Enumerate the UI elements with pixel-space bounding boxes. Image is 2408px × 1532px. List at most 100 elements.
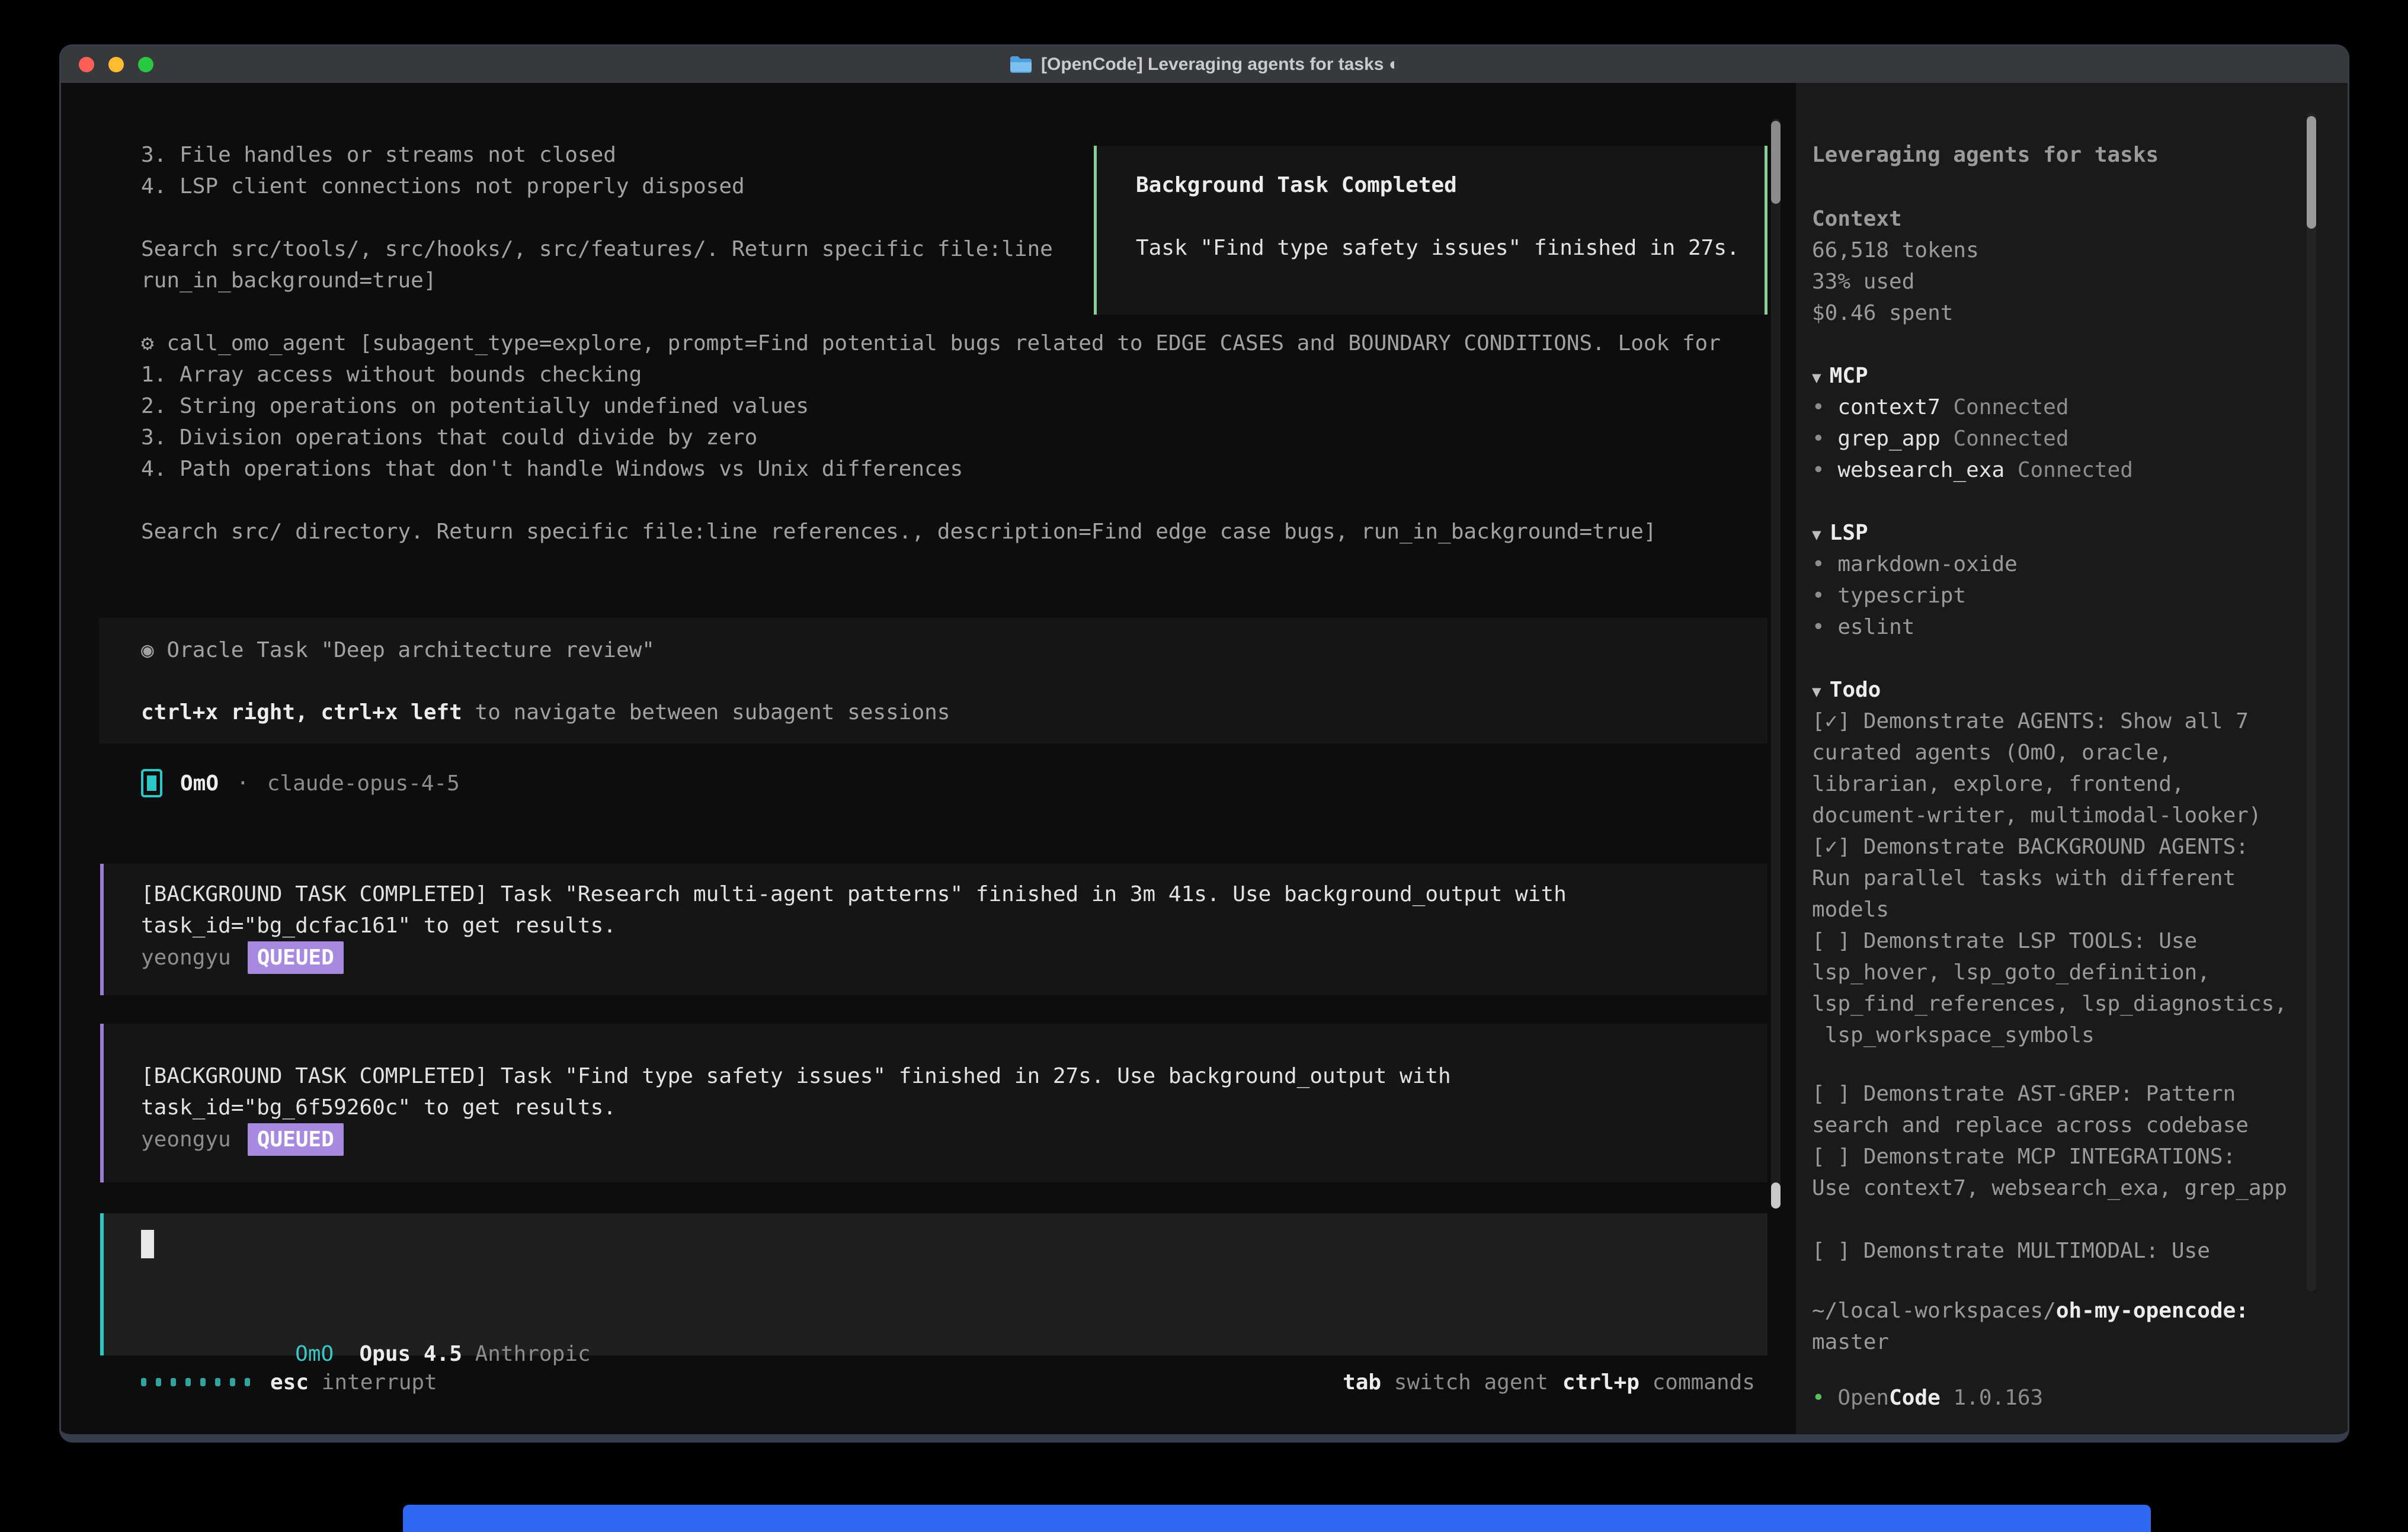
sidebar-scrollbar-thumb[interactable] xyxy=(2307,116,2316,229)
todo-line-done: [✓] Demonstrate BACKGROUND AGENTS: xyxy=(1812,831,2249,863)
toast-title: Background Task Completed xyxy=(1136,169,1457,201)
esc-key-label: interrupt xyxy=(322,1370,437,1395)
todo-line-active: [ ] Demonstrate LSP TOOLS: Use xyxy=(1812,925,2197,957)
terminal-line: run_in_background=true] xyxy=(141,265,437,296)
terminal-line: 2. String operations on potentially unde… xyxy=(141,390,809,422)
task-line: [BACKGROUND TASK COMPLETED] Task "Resear… xyxy=(141,879,1567,910)
terminal-window: [OpenCode] Leveraging agents for tasks ◐… xyxy=(59,44,2349,1443)
prompt-input[interactable]: OmO Opus 4.5 Anthropic xyxy=(100,1213,1767,1355)
desktop-accent-bar xyxy=(403,1505,2151,1532)
todo-line-done: document-writer, multimodal-looker) xyxy=(1812,800,2262,831)
terminal-line: 1. Array access without bounds checking xyxy=(141,359,642,390)
mcp-item: • grep_app Connected xyxy=(1812,423,2069,454)
task-user: yeongyu xyxy=(141,1127,231,1152)
task-meta: yeongyu QUEUED xyxy=(141,941,344,974)
status-badge: QUEUED xyxy=(248,1123,344,1156)
workspace-branch: master xyxy=(1812,1326,1889,1358)
status-badge: QUEUED xyxy=(248,941,344,974)
todo-line-pending: [ ] Demonstrate AST-GREP: Pattern xyxy=(1812,1078,2236,1110)
context-heading: Context xyxy=(1812,203,1902,235)
input-model[interactable]: Opus 4.5 xyxy=(359,1342,462,1366)
esc-key-hint: esc xyxy=(270,1370,309,1395)
text-cursor xyxy=(141,1230,154,1258)
maximize-window-button[interactable] xyxy=(138,57,153,72)
chat-scrollbar-track[interactable] xyxy=(1771,118,1781,1209)
todo-line-done: librarian, explore, frontend, xyxy=(1812,768,2185,800)
bullet-icon: • xyxy=(1812,584,1825,608)
mcp-section-heading[interactable]: ▼MCP xyxy=(1812,360,1868,394)
terminal-line: 4. LSP client connections not properly d… xyxy=(141,171,745,202)
window-titlebar[interactable]: [OpenCode] Leveraging agents for tasks ◐ xyxy=(61,46,2348,84)
agent-header: OmO · claude-opus-4-5 xyxy=(141,764,460,802)
todo-line-pending: [ ] Demonstrate MCP INTEGRATIONS: xyxy=(1812,1141,2236,1172)
window-title: [OpenCode] Leveraging agents for tasks ◐ xyxy=(1041,55,1400,75)
todo-line-active: lsp_find_references, lsp_diagnostics, xyxy=(1812,988,2287,1020)
separator-dot: · xyxy=(236,768,249,799)
context-spent: $0.46 spent xyxy=(1812,297,1953,329)
ctrlp-key-label: commands xyxy=(1653,1370,1755,1395)
minimize-window-button[interactable] xyxy=(108,57,124,72)
terminal-line: 3. Division operations that could divide… xyxy=(141,422,757,453)
tool-call-line: ⚙ call_omo_agent [subagent_type=explore,… xyxy=(141,328,1721,359)
context-tokens: 66,518 tokens xyxy=(1812,235,1979,266)
workspace-path: ~/local-workspaces/oh-my-opencode: xyxy=(1812,1295,2249,1326)
terminal-line: Search src/tools/, src/hooks/, src/featu… xyxy=(141,233,1053,265)
chevron-down-icon: ▼ xyxy=(1812,369,1821,387)
oracle-title: ◉ Oracle Task "Deep architecture review" xyxy=(141,634,655,666)
task-line: task_id="bg_dcfac161" to get results. xyxy=(141,910,616,941)
chat-scrollbar-marker[interactable] xyxy=(1771,1182,1781,1209)
todo-line-pending: Use context7, websearch_exa, grep_app xyxy=(1812,1172,2287,1204)
ctrlp-key-hint: ctrl+p xyxy=(1562,1370,1640,1395)
input-provider: Anthropic xyxy=(475,1342,591,1366)
oracle-icon: ◉ xyxy=(141,638,154,662)
terminal-line: 4. Path operations that don't handle Win… xyxy=(141,453,963,485)
todo-section-heading[interactable]: ▼Todo xyxy=(1812,674,1881,708)
version-line: • OpenCode 1.0.163 xyxy=(1812,1382,2043,1414)
status-dot-icon: • xyxy=(1812,1386,1825,1410)
tab-key-label: switch agent xyxy=(1394,1370,1548,1395)
agent-name: OmO xyxy=(180,768,219,799)
task-message: [BACKGROUND TASK COMPLETED] Task "Resear… xyxy=(100,864,1767,995)
todo-line-done: models xyxy=(1812,894,1889,925)
gear-icon: ⚙ xyxy=(141,331,154,355)
status-bar-left: esc interrupt xyxy=(141,1366,437,1399)
mcp-item: • websearch_exa Connected xyxy=(1812,454,2133,486)
terminal-line: Search src/ directory. Return specific f… xyxy=(141,516,1657,547)
lsp-item: • eslint xyxy=(1812,611,1914,643)
omo-agent-icon xyxy=(141,769,162,797)
traffic-lights xyxy=(79,46,153,83)
activity-dots-icon xyxy=(141,1378,250,1386)
close-window-button[interactable] xyxy=(79,57,94,72)
terminal-line: 3. File handles or streams not closed xyxy=(141,139,616,171)
task-meta: yeongyu QUEUED xyxy=(141,1123,344,1156)
desktop: [OpenCode] Leveraging agents for tasks ◐… xyxy=(0,0,2408,1532)
bullet-icon: • xyxy=(1812,552,1825,576)
todo-line-pending: [ ] Demonstrate MULTIMODAL: Use xyxy=(1812,1235,2210,1267)
task-user: yeongyu xyxy=(141,946,231,970)
chevron-down-icon: ▼ xyxy=(1812,526,1821,544)
oracle-task-card: ◉ Oracle Task "Deep architecture review"… xyxy=(99,618,1767,743)
todo-line-active: lsp_workspace_symbols xyxy=(1812,1020,2095,1051)
lsp-section-heading[interactable]: ▼LSP xyxy=(1812,517,1868,551)
input-agent[interactable]: OmO xyxy=(295,1342,334,1366)
todo-line-pending: search and replace across codebase xyxy=(1812,1110,2249,1141)
folder-icon xyxy=(1009,55,1033,74)
mcp-item: • context7 Connected xyxy=(1812,392,2069,423)
chevron-down-icon: ▼ xyxy=(1812,683,1821,701)
todo-line-done: curated agents (OmO, oracle, xyxy=(1812,737,2172,768)
todo-line-done: [✓] Demonstrate AGENTS: Show all 7 xyxy=(1812,706,2249,737)
oracle-hint: ctrl+x right, ctrl+x left to navigate be… xyxy=(141,697,950,728)
lsp-item: • typescript xyxy=(1812,580,1966,611)
bullet-icon: • xyxy=(1812,458,1825,482)
tab-key-hint: tab xyxy=(1343,1370,1381,1395)
sidebar-scrollbar-track[interactable] xyxy=(2307,113,2316,1291)
context-used: 33% used xyxy=(1812,266,1914,297)
chat-scrollbar-thumb[interactable] xyxy=(1771,121,1781,204)
task-line: [BACKGROUND TASK COMPLETED] Task "Find t… xyxy=(141,1060,1451,1092)
agent-model: claude-opus-4-5 xyxy=(267,768,460,799)
session-title: Leveraging agents for tasks xyxy=(1812,139,2159,171)
bullet-icon: • xyxy=(1812,395,1825,419)
bullet-icon: • xyxy=(1812,615,1825,639)
status-bar-right: tab switch agent ctrl+p commands xyxy=(1343,1366,1755,1399)
todo-line-done: Run parallel tasks with different xyxy=(1812,863,2236,894)
